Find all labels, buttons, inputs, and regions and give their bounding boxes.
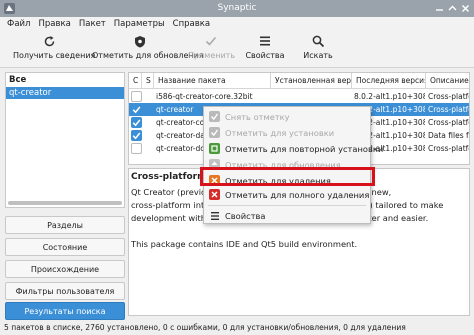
menu-edit[interactable]: Правка (35, 17, 75, 32)
checkmark-icon (188, 34, 234, 48)
highlight-box (200, 167, 375, 186)
description-cell: Cross-platfo (428, 105, 470, 114)
search-button[interactable]: Искать (298, 34, 338, 66)
description-cell: Cross-platfo (428, 92, 470, 101)
refresh-icon (13, 34, 85, 48)
latest-version-cell: 8.0.2-alt1.p10+30826 (354, 92, 425, 101)
column-header-support[interactable]: S (142, 73, 154, 89)
column-header-latest-version[interactable]: Последняя версия (352, 73, 426, 89)
list-icon (242, 34, 288, 48)
package-checkbox[interactable] (131, 117, 142, 128)
window-title: Synaptic (217, 3, 257, 13)
package-checkbox[interactable] (131, 104, 142, 115)
section-list-header[interactable]: Все (6, 73, 124, 87)
maximize-icon[interactable] (446, 2, 459, 15)
menu-item-mark-purge[interactable]: Отметить для полного удаления (204, 187, 370, 202)
mark-upgrades-button[interactable]: Отметить для обновления (92, 34, 204, 66)
status-bar: 5 пакетов в списке, 2760 установлено, 0 … (0, 320, 474, 335)
status-filter-button[interactable]: Состояние (5, 238, 125, 256)
menu-item-mark-reinstall[interactable]: Отметить для повторной установки (204, 141, 383, 156)
title-bar: Synaptic (0, 0, 474, 17)
search-results-button[interactable]: Результаты поиска (5, 302, 125, 320)
properties-button[interactable]: Свойства (242, 34, 288, 66)
description-cell: Data files fo (428, 131, 470, 140)
menu-package[interactable]: Пакет (76, 17, 111, 32)
context-menu: Снять отметку Отметить для установки Отм… (203, 106, 383, 224)
menu-item-mark-install[interactable]: Отметить для установки (204, 125, 370, 140)
description-cell: Cross-platfo (428, 118, 470, 127)
column-header-package-name[interactable]: Название пакета (154, 73, 271, 89)
purge-icon (209, 189, 220, 200)
menu-settings[interactable]: Параметры (111, 17, 170, 32)
apply-button[interactable]: Применить (188, 34, 235, 66)
reinstall-icon (209, 143, 220, 154)
check-icon (209, 127, 220, 138)
reload-button[interactable]: Получить сведения (13, 34, 95, 66)
menu-item-unmark[interactable]: Снять отметку (204, 109, 370, 124)
search-icon (298, 34, 338, 48)
package-checkbox[interactable] (131, 130, 142, 141)
section-item-qt-creator[interactable]: qt-creator (6, 87, 124, 99)
menu-bar: Файл Правка Пакет Параметры Справка (0, 17, 474, 32)
description-cell: Cross-platfo (428, 144, 470, 153)
column-header-status[interactable]: С (129, 73, 142, 89)
sections-filter-button[interactable]: Разделы (5, 216, 125, 234)
package-checkbox[interactable] (131, 91, 142, 102)
custom-filter-button[interactable]: Фильтры пользователя (5, 282, 125, 300)
table-row[interactable]: i586-qt-creator-core.32bit 8.0.2-alt1.p10… (129, 90, 470, 103)
check-icon (209, 111, 220, 122)
minimize-icon[interactable] (433, 2, 446, 15)
description-line: This package contains IDE and Qt5 build … (131, 239, 358, 249)
section-list: Все qt-creator (5, 72, 125, 208)
menu-help[interactable]: Справка (170, 17, 215, 32)
origin-filter-button[interactable]: Происхождение (5, 260, 125, 278)
list-icon (209, 210, 220, 221)
column-header-installed-version[interactable]: Установленная вер (271, 73, 352, 89)
close-icon[interactable] (459, 2, 472, 15)
menu-file[interactable]: Файл (4, 17, 35, 32)
toolbar: Получить сведения Отметить для обновлени… (0, 32, 474, 68)
menu-separator (208, 205, 366, 206)
column-header-description[interactable]: Описание (426, 73, 469, 89)
horizontal-scrollbar[interactable] (8, 201, 122, 205)
package-name-cell: i586-qt-creator-core.32bit (156, 92, 253, 101)
shield-icon (92, 34, 188, 48)
package-checkbox[interactable] (131, 143, 142, 154)
menu-item-properties[interactable]: Свойства (204, 208, 370, 223)
